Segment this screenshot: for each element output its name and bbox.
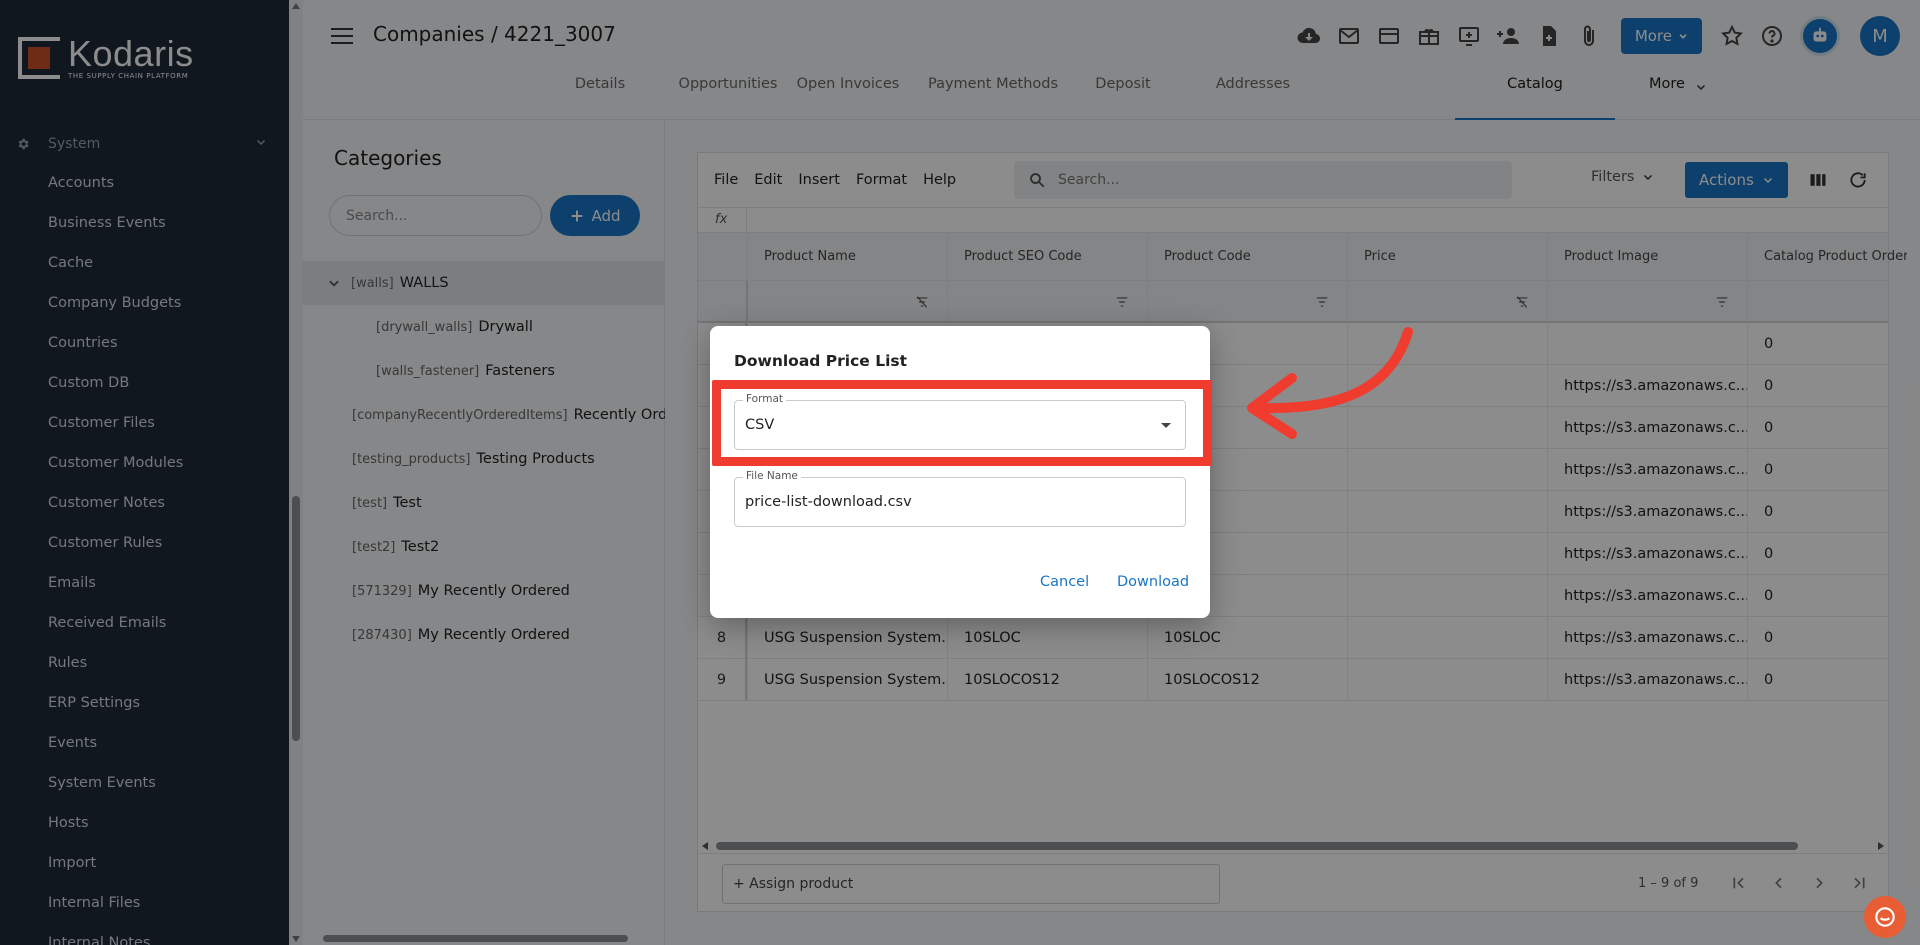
- file-name-value: price-list-download.csv: [745, 494, 912, 510]
- cancel-button[interactable]: Cancel: [1040, 574, 1089, 590]
- download-button[interactable]: Download: [1117, 574, 1189, 590]
- annotation-arrow-icon: [1247, 327, 1413, 439]
- dialog-title: Download Price List: [734, 352, 908, 370]
- file-name-label: File Name: [743, 470, 801, 482]
- annotation-highlight-box: [712, 380, 1212, 466]
- chat-support-icon[interactable]: [1864, 896, 1906, 938]
- download-price-list-dialog: Download Price List Format CSV File Name…: [710, 326, 1210, 618]
- file-name-field[interactable]: File Name price-list-download.csv: [734, 470, 1186, 527]
